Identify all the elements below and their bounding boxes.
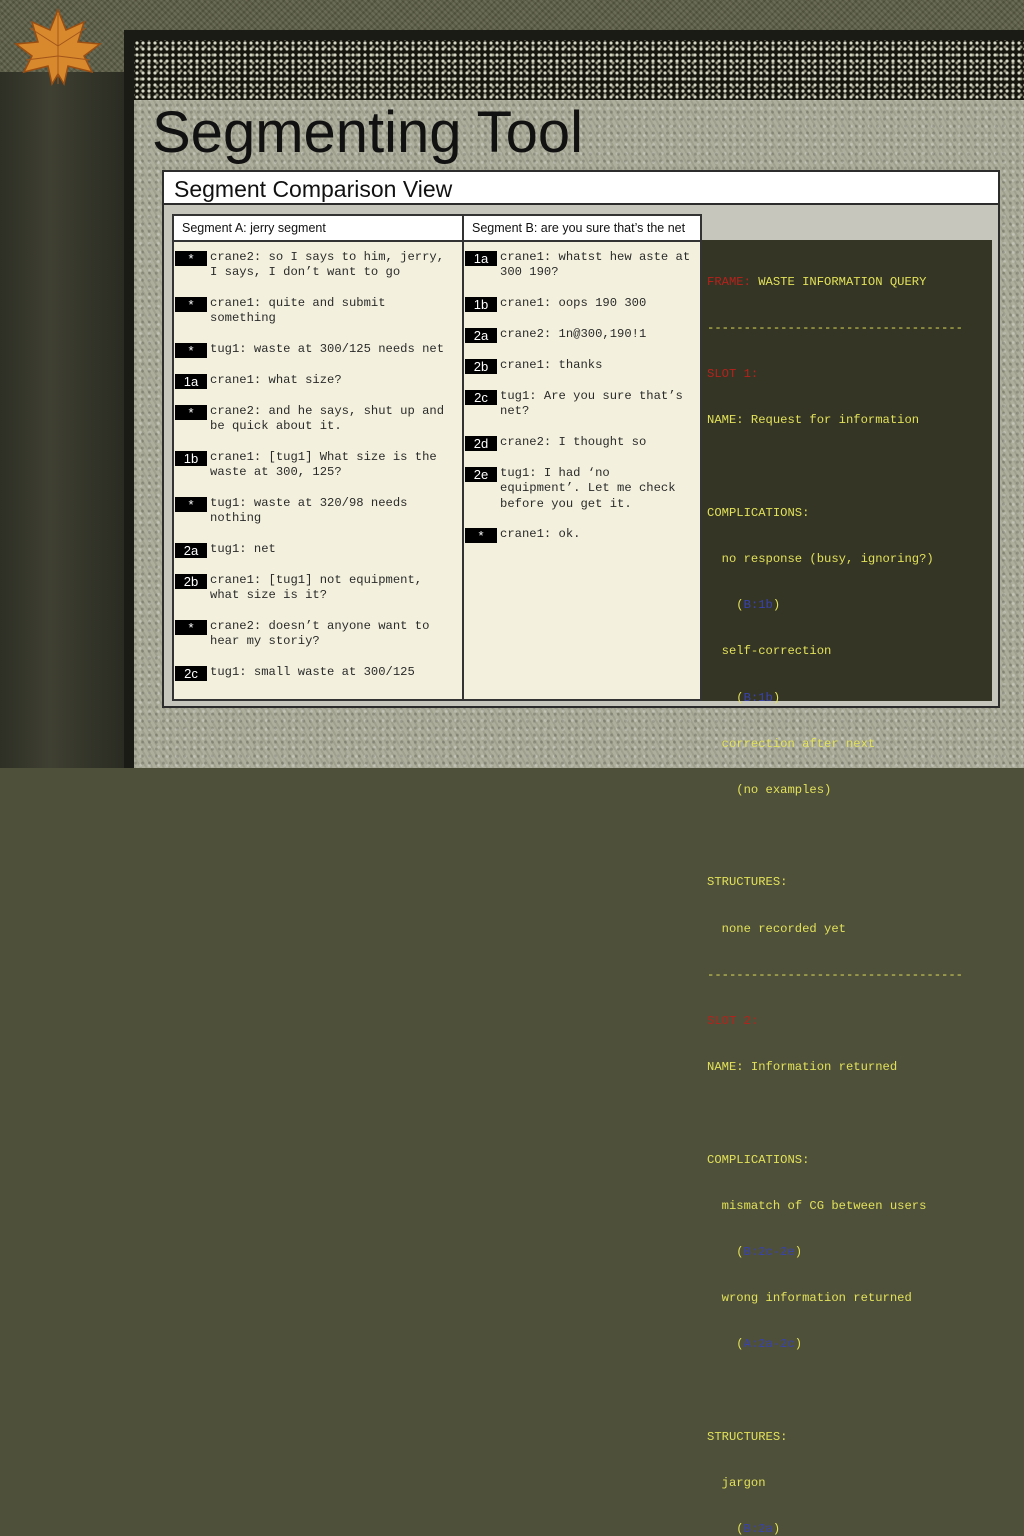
window-title: Segment Comparison View xyxy=(164,172,998,205)
slot-2-complication: wrong information returned xyxy=(707,1291,912,1306)
segment-comparison-window: Segment Comparison View Segment A: jerry… xyxy=(162,170,1000,1536)
segment-tag: * xyxy=(175,343,207,358)
segment-a-header: Segment A: jerry segment xyxy=(174,216,462,242)
utterance-text: tug1: waste at 300/125 needs net xyxy=(210,342,445,356)
frame-panel[interactable]: FRAME: WASTE INFORMATION QUERY ---------… xyxy=(702,240,992,1536)
utterance-text: crane1: quite and submit something xyxy=(210,296,393,326)
segment-b-pane[interactable]: Segment B: are you sure that’s the net 1… xyxy=(462,214,702,701)
segment-reference-link[interactable]: B:1b xyxy=(744,598,773,612)
segment-tag: 2c xyxy=(465,390,497,405)
reference-line: (B:1b) xyxy=(707,598,781,613)
segment-tag: * xyxy=(175,497,207,512)
slide-title: Segmenting Tool xyxy=(152,100,584,165)
segment-tag: 2c xyxy=(175,666,207,681)
utterance-text: crane2: and he says, shut up and be quic… xyxy=(210,404,452,434)
frame-name: WASTE INFORMATION QUERY xyxy=(750,274,927,289)
reference-line: (B:2c-2e) xyxy=(707,1245,803,1260)
segment-tag: * xyxy=(175,405,207,420)
segment-tag: 2e xyxy=(465,467,497,482)
utterance-text: crane2: doesn’t anyone want to hear my s… xyxy=(210,619,437,649)
segment-tag: * xyxy=(175,251,207,266)
maple-leaf-icon xyxy=(13,7,103,86)
slot-1-complication: correction after next xyxy=(707,736,876,751)
segment-tag: 1b xyxy=(175,451,207,466)
segment-tag: 1a xyxy=(175,374,207,389)
segment-reference-link[interactable]: A:2a-2c xyxy=(744,1337,795,1351)
segment-tag: 2b xyxy=(465,359,497,374)
segment-tag: 2d xyxy=(465,436,497,451)
utterance-text: crane1: thanks xyxy=(500,358,603,372)
slot-1-complication: self-correction xyxy=(707,644,832,659)
segment-a-pane[interactable]: Segment A: jerry segment * crane2: so I s… xyxy=(172,214,464,701)
complication-note: (no examples) xyxy=(707,783,832,798)
segment-tag: 2a xyxy=(465,328,497,343)
divider: ----------------------------------- xyxy=(707,967,963,982)
utterance-text: crane1: ok. xyxy=(500,527,581,541)
slot-2-name: NAME: Information returned xyxy=(707,1060,898,1075)
decorative-strip xyxy=(134,40,1024,100)
slot-1-complication: no response (busy, ignoring?) xyxy=(707,552,934,567)
slot-1-structure: none recorded yet xyxy=(707,921,846,936)
segment-reference-link[interactable]: B:2a xyxy=(744,1522,773,1536)
segment-b-header: Segment B: are you sure that’s the net xyxy=(464,216,700,242)
segment-tag: * xyxy=(175,297,207,312)
utterance-text: crane2: so I says to him, jerry, I says,… xyxy=(210,250,452,280)
utterance-text: crane1: oops 190 300 xyxy=(500,296,647,310)
segment-tag: 2b xyxy=(175,574,207,589)
complications-label: COMPLICATIONS: xyxy=(707,505,810,520)
slot-1-name: NAME: Request for information xyxy=(707,413,920,428)
slot-2-label: SLOT 2: xyxy=(707,1014,759,1029)
utterance-text: crane2: I thought so xyxy=(500,435,647,449)
utterance-text: crane1: what size? xyxy=(210,373,342,387)
segment-tag: * xyxy=(465,528,497,543)
divider: ----------------------------------- xyxy=(707,321,963,336)
reference-line: (A:2a-2c) xyxy=(707,1337,803,1352)
frame-header: FRAME: WASTE INFORMATION QUERY xyxy=(707,275,992,290)
utterance-text: tug1: net xyxy=(210,542,276,556)
slot-2-complication: mismatch of CG between users xyxy=(707,1198,927,1213)
left-decorative-bar xyxy=(0,72,124,768)
utterance-text: crane1: [tug1] What size is the waste at… xyxy=(210,450,445,480)
utterance-text: crane2: 1n@300,190!1 xyxy=(500,327,647,341)
structures-label: STRUCTURES: xyxy=(707,1429,788,1444)
segment-tag: 1a xyxy=(465,251,497,266)
utterance-text: crane1: whatst hew aste at 300 190? xyxy=(500,250,698,280)
segment-reference-link[interactable]: B:2c-2e xyxy=(744,1245,795,1259)
segment-tag: 1b xyxy=(465,297,497,312)
slot-2-structure: jargon xyxy=(707,1476,766,1491)
segment-tag: 2a xyxy=(175,543,207,558)
utterance-text: tug1: I had ‘no equipment’. Let me check… xyxy=(500,466,683,511)
frame-label: FRAME: xyxy=(707,274,751,289)
utterance-text: tug1: Are you sure that’s net? xyxy=(500,389,691,419)
utterance-text: crane1: [tug1] not equipment, what size … xyxy=(210,573,430,603)
segment-tag: * xyxy=(175,620,207,635)
utterance-text: tug1: small waste at 300/125 xyxy=(210,665,415,679)
reference-line: (B:1b) xyxy=(707,690,781,705)
slot-1-label: SLOT 1: xyxy=(707,367,759,382)
utterance-text: tug1: waste at 320/98 needs nothing xyxy=(210,496,415,526)
reference-line: (B:2a) xyxy=(707,1522,781,1536)
segment-reference-link[interactable]: B:1b xyxy=(744,691,773,705)
complications-label: COMPLICATIONS: xyxy=(707,1152,810,1167)
structures-label: STRUCTURES: xyxy=(707,875,788,890)
